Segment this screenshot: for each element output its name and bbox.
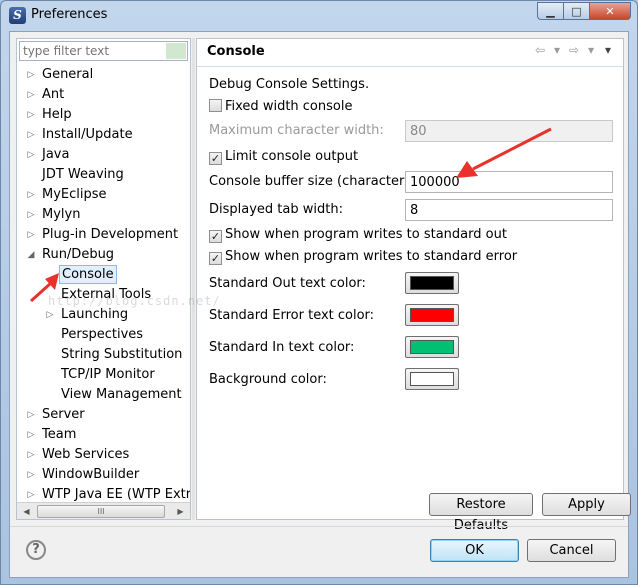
annotation-arrow-console <box>29 273 59 303</box>
annotation-arrows <box>29 127 552 303</box>
annotation-arrow-buffer <box>456 127 552 178</box>
preferences-window: S Preferences ▁ □ ✕ ▷General▷Ant▷Help▷In… <box>0 0 638 585</box>
